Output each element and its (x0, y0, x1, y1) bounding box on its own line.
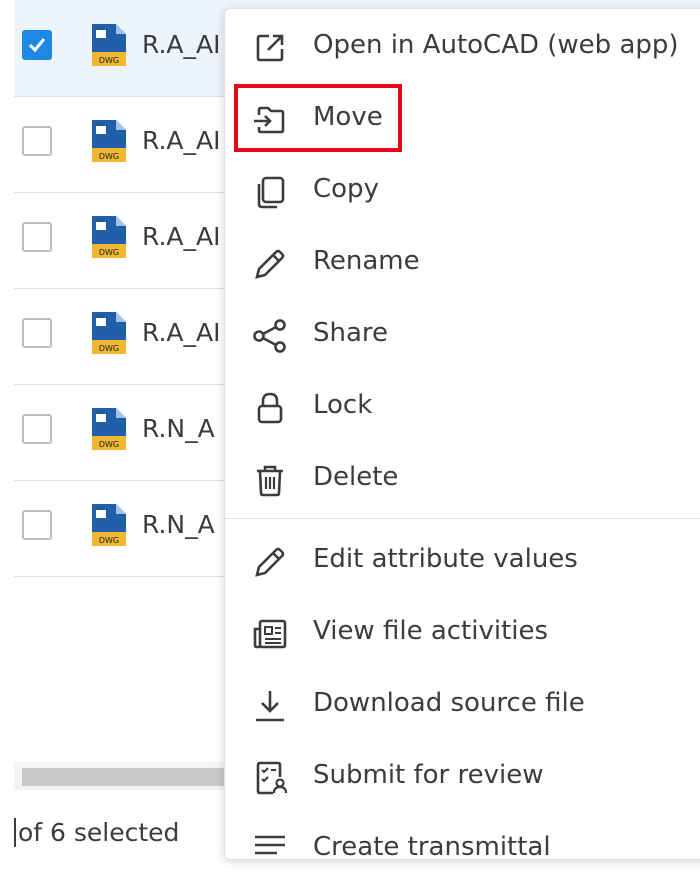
menu-item-label: Delete (313, 462, 399, 492)
menu-item-label: Lock (313, 390, 373, 420)
file-name[interactable]: R.A_AI (142, 222, 221, 251)
trash-icon (251, 461, 289, 499)
menu-item-label: Edit attribute values (313, 544, 578, 574)
row-checkbox[interactable] (22, 318, 52, 348)
menu-item-create-transmittal[interactable]: Create transmittal (225, 819, 700, 879)
file-name[interactable]: R.A_AI (142, 126, 221, 155)
menu-item-delete[interactable]: Delete (225, 449, 700, 509)
review-icon (251, 759, 289, 797)
dwg-file-icon: DWG (92, 120, 126, 162)
transmittal-icon (251, 831, 289, 869)
activity-icon (251, 615, 289, 653)
row-checkbox[interactable] (22, 30, 52, 60)
file-name[interactable]: R.A_AI (142, 30, 221, 59)
open-external-icon (251, 29, 289, 67)
selection-count: of 6 selected (14, 818, 179, 847)
pencil-icon (251, 543, 289, 581)
row-checkbox[interactable] (22, 510, 52, 540)
menu-item-label: View file activities (313, 616, 549, 646)
menu-item-share[interactable]: Share (225, 305, 700, 365)
menu-item-rename[interactable]: Rename (225, 233, 700, 293)
row-checkbox[interactable] (22, 222, 52, 252)
menu-item-label: Rename (313, 246, 420, 276)
dwg-file-icon: DWG (92, 216, 126, 258)
download-icon (251, 687, 289, 725)
row-checkbox[interactable] (22, 414, 52, 444)
menu-item-label: Open in AutoCAD (web app) (313, 30, 679, 60)
share-icon (251, 317, 289, 355)
menu-item-submit-for-review[interactable]: Submit for review (225, 747, 700, 807)
menu-item-download-source-file[interactable]: Download source file (225, 675, 700, 735)
svg-text:DWG: DWG (99, 536, 119, 545)
svg-text:DWG: DWG (99, 56, 119, 65)
menu-item-label: Submit for review (313, 760, 544, 790)
dwg-file-icon: DWG (92, 504, 126, 546)
menu-item-lock[interactable]: Lock (225, 377, 700, 437)
file-name[interactable]: R.N_A (142, 414, 215, 443)
dwg-file-icon: DWG (92, 312, 126, 354)
menu-item-copy[interactable]: Copy (225, 161, 700, 221)
dwg-file-icon: DWG (92, 408, 126, 450)
menu-divider (225, 518, 700, 519)
file-name[interactable]: R.N_A (142, 510, 215, 539)
copy-icon (251, 173, 289, 211)
menu-item-open-in-autocad[interactable]: Open in AutoCAD (web app) (225, 17, 700, 77)
svg-text:DWG: DWG (99, 344, 119, 353)
checkmark-icon (28, 38, 46, 53)
svg-text:DWG: DWG (99, 440, 119, 449)
menu-item-label: Copy (313, 174, 379, 204)
menu-item-label: Share (313, 318, 389, 348)
pencil-icon (251, 245, 289, 283)
menu-item-label: Download source file (313, 688, 585, 718)
dwg-file-icon: DWG (92, 24, 126, 66)
svg-text:DWG: DWG (99, 152, 119, 161)
row-checkbox[interactable] (22, 126, 52, 156)
svg-text:DWG: DWG (99, 248, 119, 257)
lock-icon (251, 389, 289, 427)
file-name[interactable]: R.A_AI (142, 318, 221, 347)
menu-item-label: Create transmittal (313, 832, 551, 862)
menu-item-edit-attribute-values[interactable]: Edit attribute values (225, 531, 700, 591)
move-highlight-box (234, 84, 402, 152)
menu-item-view-file-activities[interactable]: View file activities (225, 603, 700, 663)
